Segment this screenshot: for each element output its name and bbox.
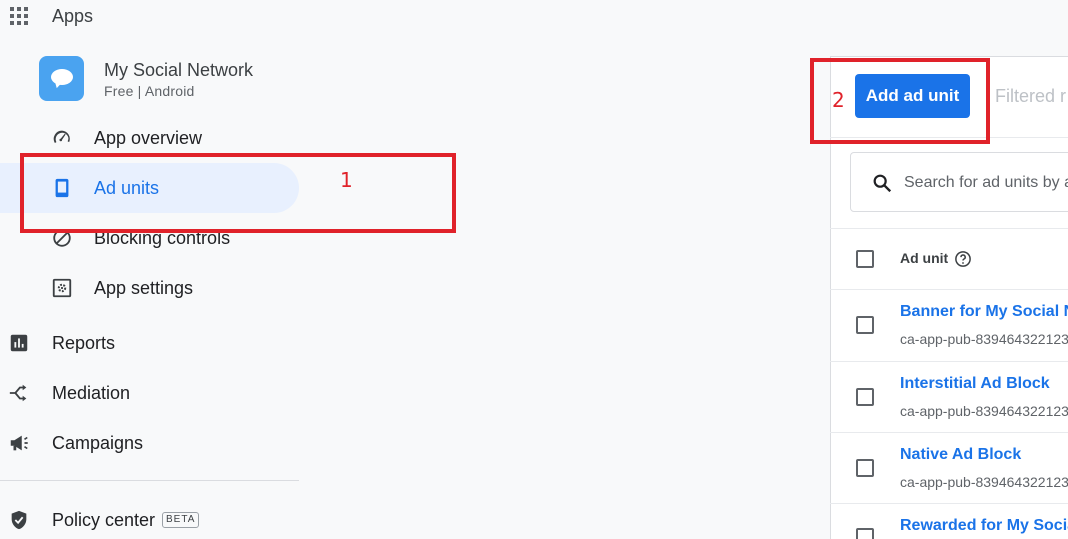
shield-check-icon bbox=[8, 509, 30, 531]
ad-unit-column-header[interactable]: Ad unit bbox=[900, 250, 948, 266]
apps-menu[interactable]: Apps bbox=[10, 4, 93, 28]
sidebar-divider bbox=[0, 480, 299, 481]
nav-mediation[interactable]: Mediation bbox=[0, 368, 299, 418]
annotation-number-1: 1 bbox=[340, 168, 353, 192]
row-checkbox[interactable] bbox=[856, 459, 874, 477]
nav-campaigns[interactable]: Campaigns bbox=[0, 418, 299, 468]
ad-unit-name-link[interactable]: Rewarded for My Socia bbox=[900, 517, 1068, 535]
row-divider bbox=[830, 503, 1068, 504]
annotation-box-1 bbox=[20, 153, 456, 233]
nav-app-settings[interactable]: App settings bbox=[0, 263, 299, 313]
ad-unit-id: ca-app-pub-839464322123 bbox=[900, 474, 1068, 490]
row-divider bbox=[830, 361, 1068, 362]
nav-app-overview-label: App overview bbox=[94, 127, 203, 148]
select-all-checkbox[interactable] bbox=[856, 250, 874, 268]
header-divider bbox=[830, 289, 1068, 290]
app-subtitle: Free | Android bbox=[104, 82, 195, 99]
annotation-number-2: 2 bbox=[832, 88, 845, 112]
ad-unit-name-link[interactable]: Interstitial Ad Block bbox=[900, 375, 1050, 393]
nav-policy-center[interactable]: Policy center BETA bbox=[0, 495, 299, 539]
settings-icon bbox=[51, 277, 73, 299]
ad-unit-name-link[interactable]: Native Ad Block bbox=[900, 446, 1021, 464]
search-divider bbox=[830, 228, 1068, 229]
apps-grid-icon[interactable] bbox=[10, 7, 28, 25]
app-name: My Social Network bbox=[104, 59, 254, 80]
bar-chart-icon bbox=[8, 332, 30, 354]
speedometer-icon bbox=[51, 127, 73, 149]
search-box[interactable] bbox=[850, 152, 1068, 212]
ad-unit-id: ca-app-pub-839464322123 bbox=[900, 403, 1068, 419]
filtered-results-text: Filtered r bbox=[995, 86, 1067, 106]
megaphone-icon bbox=[8, 432, 30, 454]
search-input[interactable] bbox=[904, 171, 1068, 195]
beta-badge: BETA bbox=[162, 512, 200, 528]
app-chat-icon bbox=[39, 56, 84, 101]
search-icon bbox=[871, 172, 893, 194]
help-icon[interactable] bbox=[954, 250, 972, 268]
mediation-icon bbox=[8, 382, 30, 404]
row-checkbox[interactable] bbox=[856, 316, 874, 334]
nav-mediation-label: Mediation bbox=[52, 382, 131, 403]
row-checkbox[interactable] bbox=[856, 528, 874, 539]
row-divider bbox=[830, 432, 1068, 433]
app-card[interactable]: My Social Network Free | Android bbox=[39, 56, 253, 101]
apps-label[interactable]: Apps bbox=[52, 6, 93, 27]
nav-campaigns-label: Campaigns bbox=[52, 432, 144, 453]
nav-reports[interactable]: Reports bbox=[0, 318, 299, 368]
ad-unit-id: ca-app-pub-839464322123 bbox=[900, 331, 1068, 347]
nav-reports-label: Reports bbox=[52, 332, 116, 353]
nav-app-settings-label: App settings bbox=[94, 277, 194, 298]
nav-policy-center-label: Policy center bbox=[52, 509, 156, 530]
ad-unit-name-link[interactable]: Banner for My Social N bbox=[900, 303, 1068, 321]
row-checkbox[interactable] bbox=[856, 388, 874, 406]
